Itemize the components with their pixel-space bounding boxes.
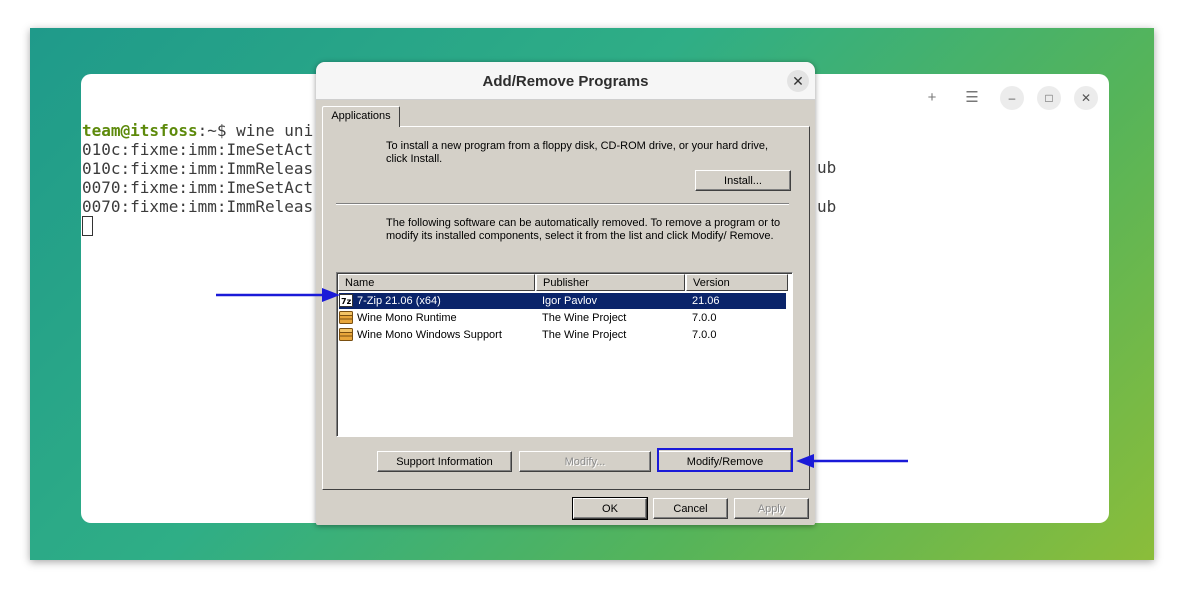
modify-button[interactable]: Modify... (519, 451, 651, 472)
column-header-publisher[interactable]: Publisher (536, 274, 685, 291)
install-button[interactable]: Install... (695, 170, 791, 191)
remove-instructions: The following software can be automatica… (386, 217, 781, 242)
program-name: Wine Mono Windows Support (357, 329, 502, 341)
prompt-user: team@itsfoss (82, 121, 198, 140)
annotation-arrow-left (796, 454, 908, 468)
prompt-line: team@itsfoss:~$ wine uni (82, 121, 313, 140)
package-icon (339, 311, 353, 324)
program-name: Wine Mono Runtime (357, 312, 457, 324)
minimize-icon[interactable]: – (1000, 86, 1024, 110)
package-icon (339, 328, 353, 341)
column-header-version[interactable]: Version (686, 274, 788, 291)
terminal-output: team@itsfoss:~$ wine uni 010c:fixme:imm:… (82, 121, 313, 216)
dialog-titlebar[interactable]: Add/Remove Programs ✕ (316, 62, 815, 100)
terminal-cursor (82, 216, 93, 236)
command-text: wine uni (226, 121, 314, 140)
tab-applications[interactable]: Applications (322, 106, 400, 127)
apply-button-label: Apply (757, 503, 786, 515)
program-name: 7-Zip 21.06 (x64) (357, 295, 441, 307)
column-header-name[interactable]: Name (338, 274, 535, 291)
prompt-path: :~$ (197, 121, 227, 140)
output-line-tail: ub (817, 158, 837, 177)
tab-label: Applications (331, 110, 391, 122)
output-line-tail: ub (817, 197, 837, 216)
program-publisher: The Wine Project (542, 329, 627, 341)
program-publisher: The Wine Project (542, 312, 627, 324)
program-version: 7.0.0 (692, 312, 717, 324)
apply-button[interactable]: Apply (734, 498, 809, 519)
output-line: 010c:fixme:imm:ImeSetAct (82, 140, 314, 159)
ok-button-label: OK (602, 503, 618, 515)
list-row-wine-mono-runtime[interactable]: Wine Mono Runtime The Wine Project 7.0.0 (339, 310, 786, 326)
dialog-title: Add/Remove Programs (482, 73, 649, 90)
cancel-button[interactable]: Cancel (653, 498, 728, 519)
output-line: 0070:fixme:imm:ImmReleas (82, 197, 314, 216)
program-version: 7.0.0 (692, 329, 717, 341)
menu-icon[interactable]: ☰ (960, 86, 984, 110)
new-tab-icon[interactable]: + (920, 86, 944, 110)
support-button-label: Support Information (396, 456, 493, 468)
dialog-close-icon[interactable]: ✕ (787, 70, 809, 92)
install-instructions: To install a new program from a floppy d… (386, 140, 769, 165)
list-row-wine-mono-windows-support[interactable]: Wine Mono Windows Support The Wine Proje… (339, 327, 786, 343)
program-version: 21.06 (692, 295, 720, 307)
modify-button-label: Modify... (564, 456, 606, 468)
annotation-arrow-right (216, 288, 340, 302)
program-publisher: Igor Pavlov (542, 295, 598, 307)
output-line: 0070:fixme:imm:ImeSetAct (82, 178, 314, 197)
output-line: 010c:fixme:imm:ImmReleas (82, 159, 314, 178)
highlight-box (657, 448, 793, 472)
maximize-icon[interactable]: □ (1037, 86, 1061, 110)
cancel-button-label: Cancel (673, 503, 708, 515)
install-button-label: Install... (724, 175, 762, 187)
list-row-7zip[interactable]: 7z 7-Zip 21.06 (x64) Igor Pavlov 21.06 (339, 293, 786, 309)
support-information-button[interactable]: Support Information (377, 451, 512, 472)
programs-list[interactable]: Name Publisher Version 7z 7-Zip 21.06 (x… (336, 272, 793, 437)
close-icon[interactable]: ✕ (1074, 86, 1098, 110)
ok-button[interactable]: OK (572, 497, 648, 520)
divider (336, 203, 789, 205)
